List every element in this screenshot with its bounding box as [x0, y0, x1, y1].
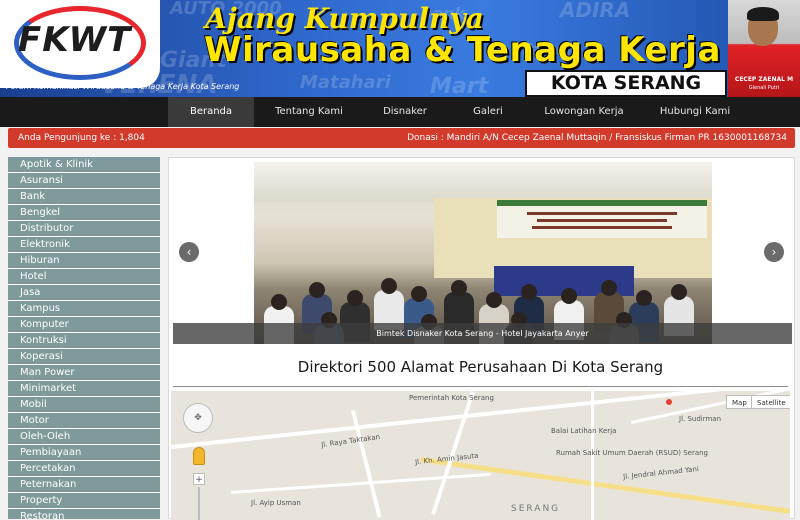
- main-content: ‹ › Bimtek Disnaker Kota Serang - Hotel …: [168, 157, 795, 520]
- attendee-head: [671, 284, 687, 300]
- category-sidebar: Apotik & Klinik Asuransi Bank Bengkel Di…: [8, 157, 160, 519]
- nav-tentang-kami[interactable]: Tentang Kami: [262, 97, 356, 127]
- sidebar-item-restoran[interactable]: Restoran: [8, 509, 160, 519]
- sidebar-item-bank[interactable]: Bank: [8, 189, 160, 205]
- directory-title: Direktori 500 Alamat Perusahaan Di Kota …: [297, 358, 664, 376]
- sidebar-item-peternakan[interactable]: Peternakan: [8, 477, 160, 493]
- person-name: CECEP ZAENAL M: [734, 76, 794, 83]
- sidebar-item-distributor[interactable]: Distributor: [8, 221, 160, 237]
- person-hair-icon: [747, 7, 779, 21]
- map-label-ayip-usman: Jl. Ayip Usman: [251, 499, 301, 507]
- sidebar-item-oleh-oleh[interactable]: Oleh-Oleh: [8, 429, 160, 445]
- header-tagline: Forum Komunikasi Wirausaha & Tenaga Kerj…: [6, 82, 240, 91]
- title-divider: [173, 386, 788, 387]
- nav-galeri[interactable]: Galeri: [458, 97, 518, 127]
- event-banner: [497, 200, 707, 238]
- image-slider: ‹ › Bimtek Disnaker Kota Serang - Hotel …: [171, 160, 792, 346]
- sidebar-item-mobil[interactable]: Mobil: [8, 397, 160, 413]
- map-label-serang: SERANG: [511, 504, 561, 514]
- city-label: KOTA SERANG: [525, 70, 727, 97]
- sidebar-item-koperasi[interactable]: Koperasi: [8, 349, 160, 365]
- sidebar-item-hiburan[interactable]: Hiburan: [8, 253, 160, 269]
- banner-bg-word: ADIRA: [560, 0, 631, 22]
- embedded-map[interactable]: Pemerintah Kota Serang Balai Latihan Ker…: [171, 391, 790, 520]
- sidebar-item-hotel[interactable]: Hotel: [8, 269, 160, 285]
- map-pan-control-icon[interactable]: ✥: [183, 403, 213, 433]
- attendee-head: [411, 286, 427, 302]
- map-label-blk: Balai Latihan Kerja: [551, 427, 617, 435]
- map-label-rsud: Rumah Sakit Umum Daerah (RSUD) Serang: [556, 449, 709, 457]
- map-type-satellite-button[interactable]: Satellite: [751, 395, 790, 409]
- sidebar-item-asuransi[interactable]: Asuransi: [8, 173, 160, 189]
- logo-text: FKWT: [18, 20, 132, 60]
- sidebar-item-property[interactable]: Property: [8, 493, 160, 509]
- attendee-head: [601, 280, 617, 296]
- attendee-head: [521, 284, 537, 300]
- slider-prev-button[interactable]: ‹: [179, 242, 199, 262]
- attendee-head: [271, 294, 287, 310]
- nav-hubungi-kami[interactable]: Hubungi Kami: [652, 97, 738, 127]
- sidebar-item-man-power[interactable]: Man Power: [8, 365, 160, 381]
- map-type-map-button[interactable]: Map: [726, 395, 753, 409]
- donation-info: Donasi : Mandiri A/N Cecep Zaenal Muttaq…: [407, 133, 787, 143]
- map-zoom-slider[interactable]: [198, 487, 200, 520]
- attendee-head: [636, 290, 652, 306]
- map-marker-icon[interactable]: [666, 399, 672, 405]
- sidebar-item-apotik-klinik[interactable]: Apotik & Klinik: [8, 157, 160, 173]
- headline-main: Wirausaha & Tenaga Kerja: [204, 30, 721, 70]
- sidebar-item-komputer[interactable]: Komputer: [8, 317, 160, 333]
- attendee-head: [561, 288, 577, 304]
- map-label-pemerintah: Pemerintah Kota Serang: [409, 394, 494, 402]
- slider-next-button[interactable]: ›: [764, 242, 784, 262]
- sidebar-item-bengkel[interactable]: Bengkel: [8, 205, 160, 221]
- map-label-taktakan: Jl. Raya Taktakan: [320, 432, 381, 450]
- sidebar-item-pembiayaan[interactable]: Pembiayaan: [8, 445, 160, 461]
- sidebar-item-jasa[interactable]: Jasa: [8, 285, 160, 301]
- street-view-pegman-icon[interactable]: [193, 447, 205, 465]
- visitor-counter: Anda Pengunjung ke : 1,804: [18, 133, 145, 143]
- map-label-sudirman: Jl. Sudirman: [679, 415, 722, 423]
- attendee-head: [451, 280, 467, 296]
- attendee-head: [309, 282, 325, 298]
- attendee-head: [381, 278, 397, 294]
- attendee-head: [347, 290, 363, 306]
- main-nav: Beranda Tentang Kami Disnaker Galeri Low…: [0, 97, 800, 127]
- sidebar-item-kontruksi[interactable]: Kontruksi: [8, 333, 160, 349]
- sidebar-item-motor[interactable]: Motor: [8, 413, 160, 429]
- nav-lowongan-kerja[interactable]: Lowongan Kerja: [536, 97, 632, 127]
- person-subtitle: Glenali Putri: [748, 85, 780, 91]
- map-label-ahmad-yani: Jl. Jendral Ahmad Yani: [622, 465, 700, 481]
- attendee-head: [486, 292, 502, 308]
- header-banner: AUTO 2000 Bank ADIRA Giant Matahari Mart VEREN…: [0, 0, 800, 97]
- sidebar-item-percetakan[interactable]: Percetakan: [8, 461, 160, 477]
- banner-bg-word: Mart: [430, 74, 489, 97]
- info-bar: Anda Pengunjung ke : 1,804 Donasi : Mand…: [8, 128, 795, 148]
- banner-bg-word: Matahari: [300, 72, 391, 93]
- nav-beranda[interactable]: Beranda: [168, 97, 254, 127]
- sidebar-item-kampus[interactable]: Kampus: [8, 301, 160, 317]
- sidebar-item-minimarket[interactable]: Minimarket: [8, 381, 160, 397]
- sidebar-item-elektronik[interactable]: Elektronik: [8, 237, 160, 253]
- nav-disnaker[interactable]: Disnaker: [370, 97, 440, 127]
- slider-caption: Bimtek Disnaker Kota Serang - Hotel Jaya…: [173, 323, 792, 344]
- map-zoom-in-button[interactable]: +: [193, 473, 205, 485]
- slider-photo: [254, 162, 712, 344]
- logo[interactable]: FKWT: [0, 0, 160, 88]
